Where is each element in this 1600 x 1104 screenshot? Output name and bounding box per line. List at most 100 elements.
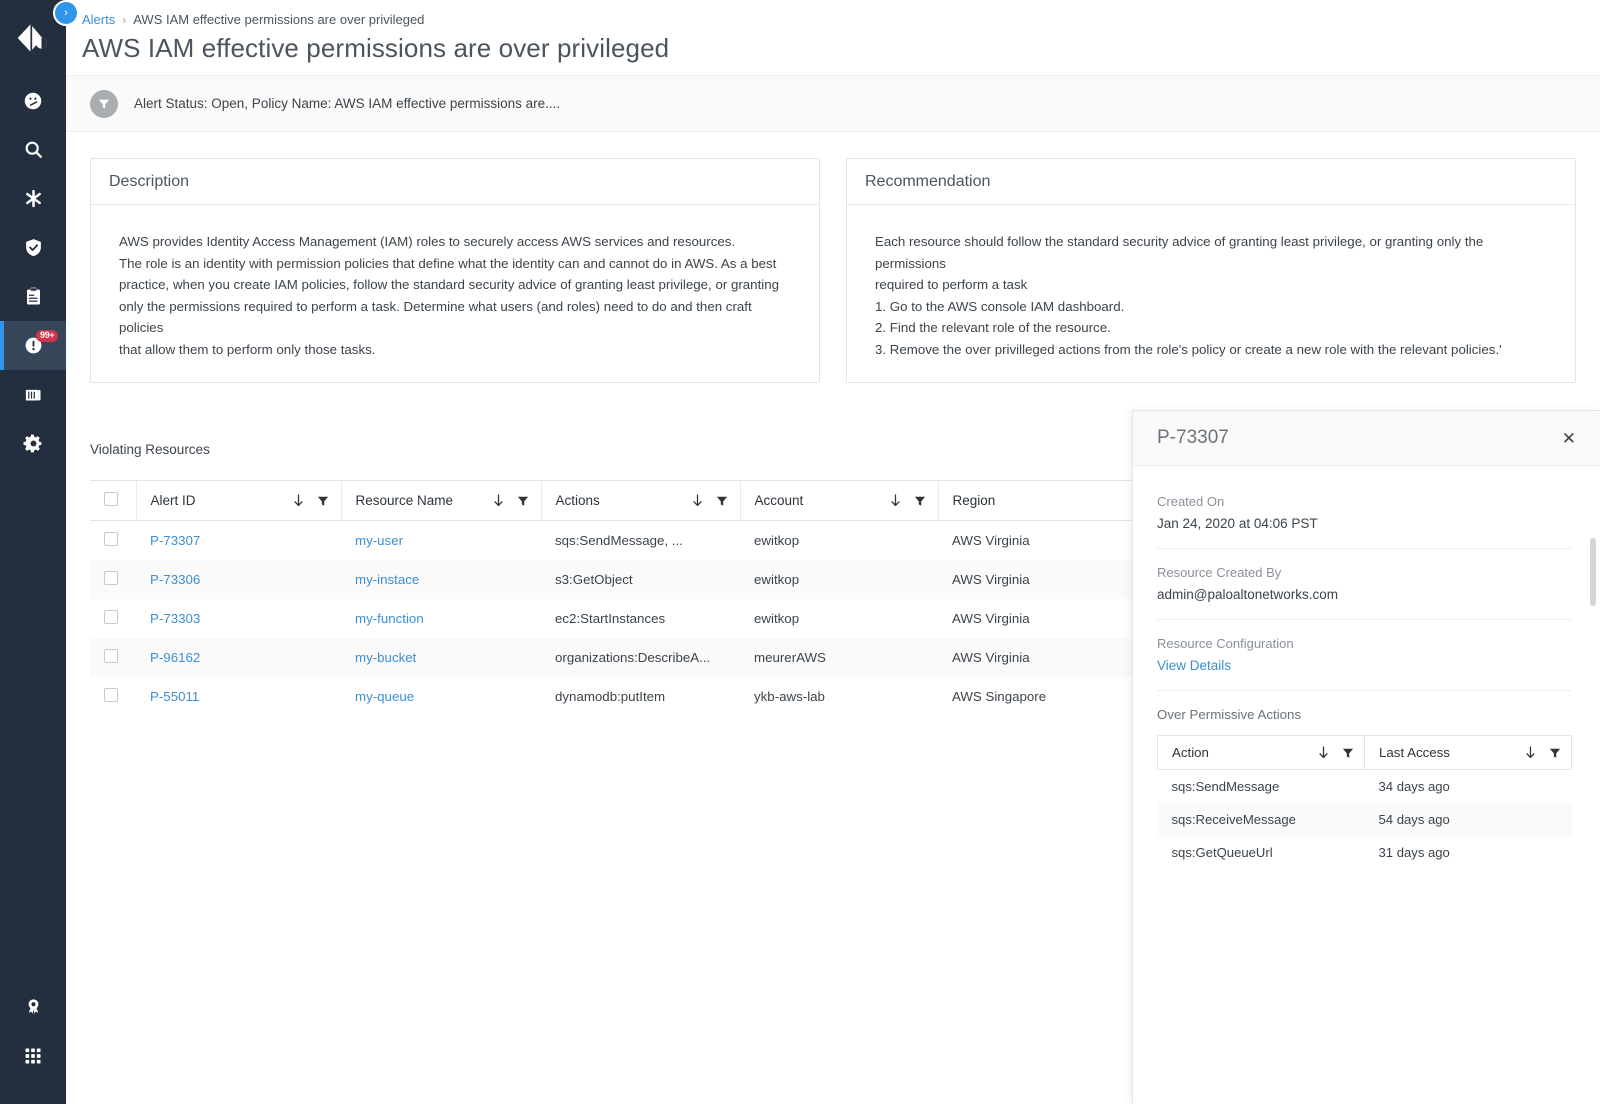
sort-icon[interactable]: [1318, 746, 1329, 759]
breadcrumb-alerts-link[interactable]: Alerts: [82, 12, 115, 27]
close-icon[interactable]: ✕: [1556, 426, 1582, 451]
shield-check-icon: [25, 239, 41, 257]
sort-icon[interactable]: [293, 494, 304, 507]
cell-actions: sqs:SendMessage, ...: [555, 533, 683, 548]
description-line: AWS provides Identity Access Management …: [119, 234, 736, 249]
recommendation-panel-body: Each resource should follow the standard…: [847, 205, 1575, 380]
th-alert-id: Alert ID: [136, 480, 342, 521]
cell-actions: organizations:DescribeA...: [555, 650, 711, 665]
alert-id-link[interactable]: P-96162: [150, 650, 200, 665]
cell-action: sqs:ReceiveMessage: [1171, 812, 1296, 827]
detail-panel-body: Created On Jan 24, 2020 at 04:06 PST Res…: [1133, 466, 1600, 1104]
filter-icon[interactable]: [1342, 747, 1354, 759]
th-actions: Actions: [541, 480, 741, 521]
sort-icon[interactable]: [692, 494, 703, 507]
gear-icon: [23, 434, 41, 453]
breadcrumb-current: AWS IAM effective permissions are over p…: [133, 12, 425, 27]
field-label: Resource Created By: [1157, 565, 1282, 580]
alert-id-link[interactable]: P-55011: [150, 689, 199, 704]
sidebar-item-policies[interactable]: [0, 174, 66, 223]
cell-account: meurerAWS: [754, 650, 826, 665]
detail-panel-title: P-73307: [1157, 427, 1229, 448]
resource-name-link[interactable]: my-function: [355, 611, 424, 626]
actions-row: sqs:ReceiveMessage 54 days ago: [1157, 803, 1572, 836]
sort-icon[interactable]: [1525, 746, 1536, 759]
funnel-icon: [98, 99, 110, 109]
field-resource-configuration: Resource Configuration View Details: [1157, 636, 1572, 691]
filter-icon[interactable]: [914, 495, 926, 507]
row-checkbox[interactable]: [104, 610, 118, 624]
page-header: Alerts › AWS IAM effective permissions a…: [66, 0, 1600, 76]
th-account: Account: [740, 480, 939, 521]
detail-panel-header: P-73307 ✕: [1133, 411, 1600, 466]
sidebar-item-dashboard[interactable]: [0, 76, 66, 125]
filter-icon[interactable]: [1549, 747, 1561, 759]
filter-icon[interactable]: [317, 495, 329, 507]
field-resource-created-by: Resource Created By admin@paloaltonetwor…: [1157, 565, 1572, 620]
th-last-access: Last Access: [1364, 735, 1572, 770]
row-checkbox[interactable]: [104, 688, 118, 702]
description-line: The role is an identity with permission …: [119, 255, 777, 271]
row-checkbox-cell: [90, 638, 136, 677]
filter-summary-text: Alert Status: Open, Policy Name: AWS IAM…: [134, 96, 561, 111]
sort-icon[interactable]: [890, 494, 901, 507]
sidebar-item-app-switcher[interactable]: [0, 1031, 66, 1080]
row-checkbox-cell: [90, 599, 136, 638]
sidebar-item-investigate[interactable]: [0, 125, 66, 174]
row-checkbox[interactable]: [104, 532, 118, 546]
field-value: Jan 24, 2020 at 04:06 PST: [1157, 516, 1318, 531]
cell-action: sqs:SendMessage: [1171, 779, 1280, 794]
sidebar-item-inventory[interactable]: [0, 370, 66, 419]
sort-icon[interactable]: [493, 494, 504, 507]
recommendation-panel: Recommendation Each resource should foll…: [846, 158, 1576, 383]
cell-actions: ec2:StartInstances: [555, 611, 666, 626]
filter-chip-icon-wrap[interactable]: [90, 89, 118, 118]
th-label: Resource Name: [355, 493, 454, 508]
over-permissive-actions-table: Action Last Access sqs:SendMessage 34 da…: [1157, 735, 1572, 869]
resource-name-link[interactable]: my-bucket: [355, 650, 416, 665]
resource-name-link[interactable]: my-queue: [355, 689, 414, 704]
field-value: admin@paloaltonetworks.com: [1157, 587, 1339, 602]
sidebar-item-reports[interactable]: [0, 272, 66, 321]
grid-apps-icon: [25, 1048, 41, 1063]
cell-account: ewitkop: [754, 611, 800, 626]
recommendation-line: 3. Remove the over privilleged actions f…: [875, 341, 1502, 357]
sidebar-item-compliance[interactable]: [0, 223, 66, 272]
filter-bar: Alert Status: Open, Policy Name: AWS IAM…: [66, 76, 1600, 132]
recommendation-line: 2. Find the relevant role of the resourc…: [875, 320, 1111, 336]
resource-name-link[interactable]: my-user: [355, 533, 403, 548]
view-details-link[interactable]: View Details: [1157, 658, 1572, 673]
select-all-checkbox[interactable]: [104, 492, 118, 506]
info-panels: Description AWS provides Identity Access…: [90, 158, 1576, 383]
asterisk-icon: [25, 189, 41, 208]
chevron-right-icon: ›: [64, 6, 68, 19]
th-select-all: [90, 480, 137, 521]
cell-account: ewitkop: [754, 572, 800, 587]
sidebar-item-alerts[interactable]: 99+: [0, 321, 66, 370]
clipboard-icon: [26, 287, 40, 305]
row-checkbox-cell: [90, 521, 136, 561]
recommendation-line: required to perform a task: [875, 277, 1028, 293]
field-label: Created On: [1157, 494, 1225, 509]
detail-panel-scrollbar[interactable]: [1590, 538, 1596, 606]
recommendation-line: Each resource should follow the standard…: [875, 234, 1484, 271]
cell-last-access: 34 days ago: [1378, 779, 1450, 794]
th-label: Action: [1172, 745, 1209, 760]
filter-icon[interactable]: [716, 495, 728, 507]
archive-box-icon: [25, 389, 41, 400]
prisma-cloud-logo-icon: [17, 24, 48, 52]
resource-name-link[interactable]: my-instace: [355, 572, 419, 587]
row-checkbox[interactable]: [104, 571, 118, 585]
sidebar-item-settings[interactable]: [0, 419, 66, 468]
sidebar-item-license[interactable]: [0, 982, 66, 1031]
cell-alert-id: P-96162: [136, 638, 341, 677]
speedometer-icon: [24, 92, 42, 109]
filter-icon[interactable]: [517, 495, 529, 507]
row-checkbox[interactable]: [104, 649, 118, 663]
over-permissive-actions-label: Over Permissive Actions: [1157, 707, 1302, 722]
alert-id-link[interactable]: P-73303: [150, 611, 200, 626]
alert-id-link[interactable]: P-73307: [150, 533, 200, 548]
description-panel: Description AWS provides Identity Access…: [90, 158, 820, 383]
sidebar-collapse-toggle[interactable]: ›: [53, 0, 79, 26]
alert-id-link[interactable]: P-73306: [150, 572, 200, 587]
